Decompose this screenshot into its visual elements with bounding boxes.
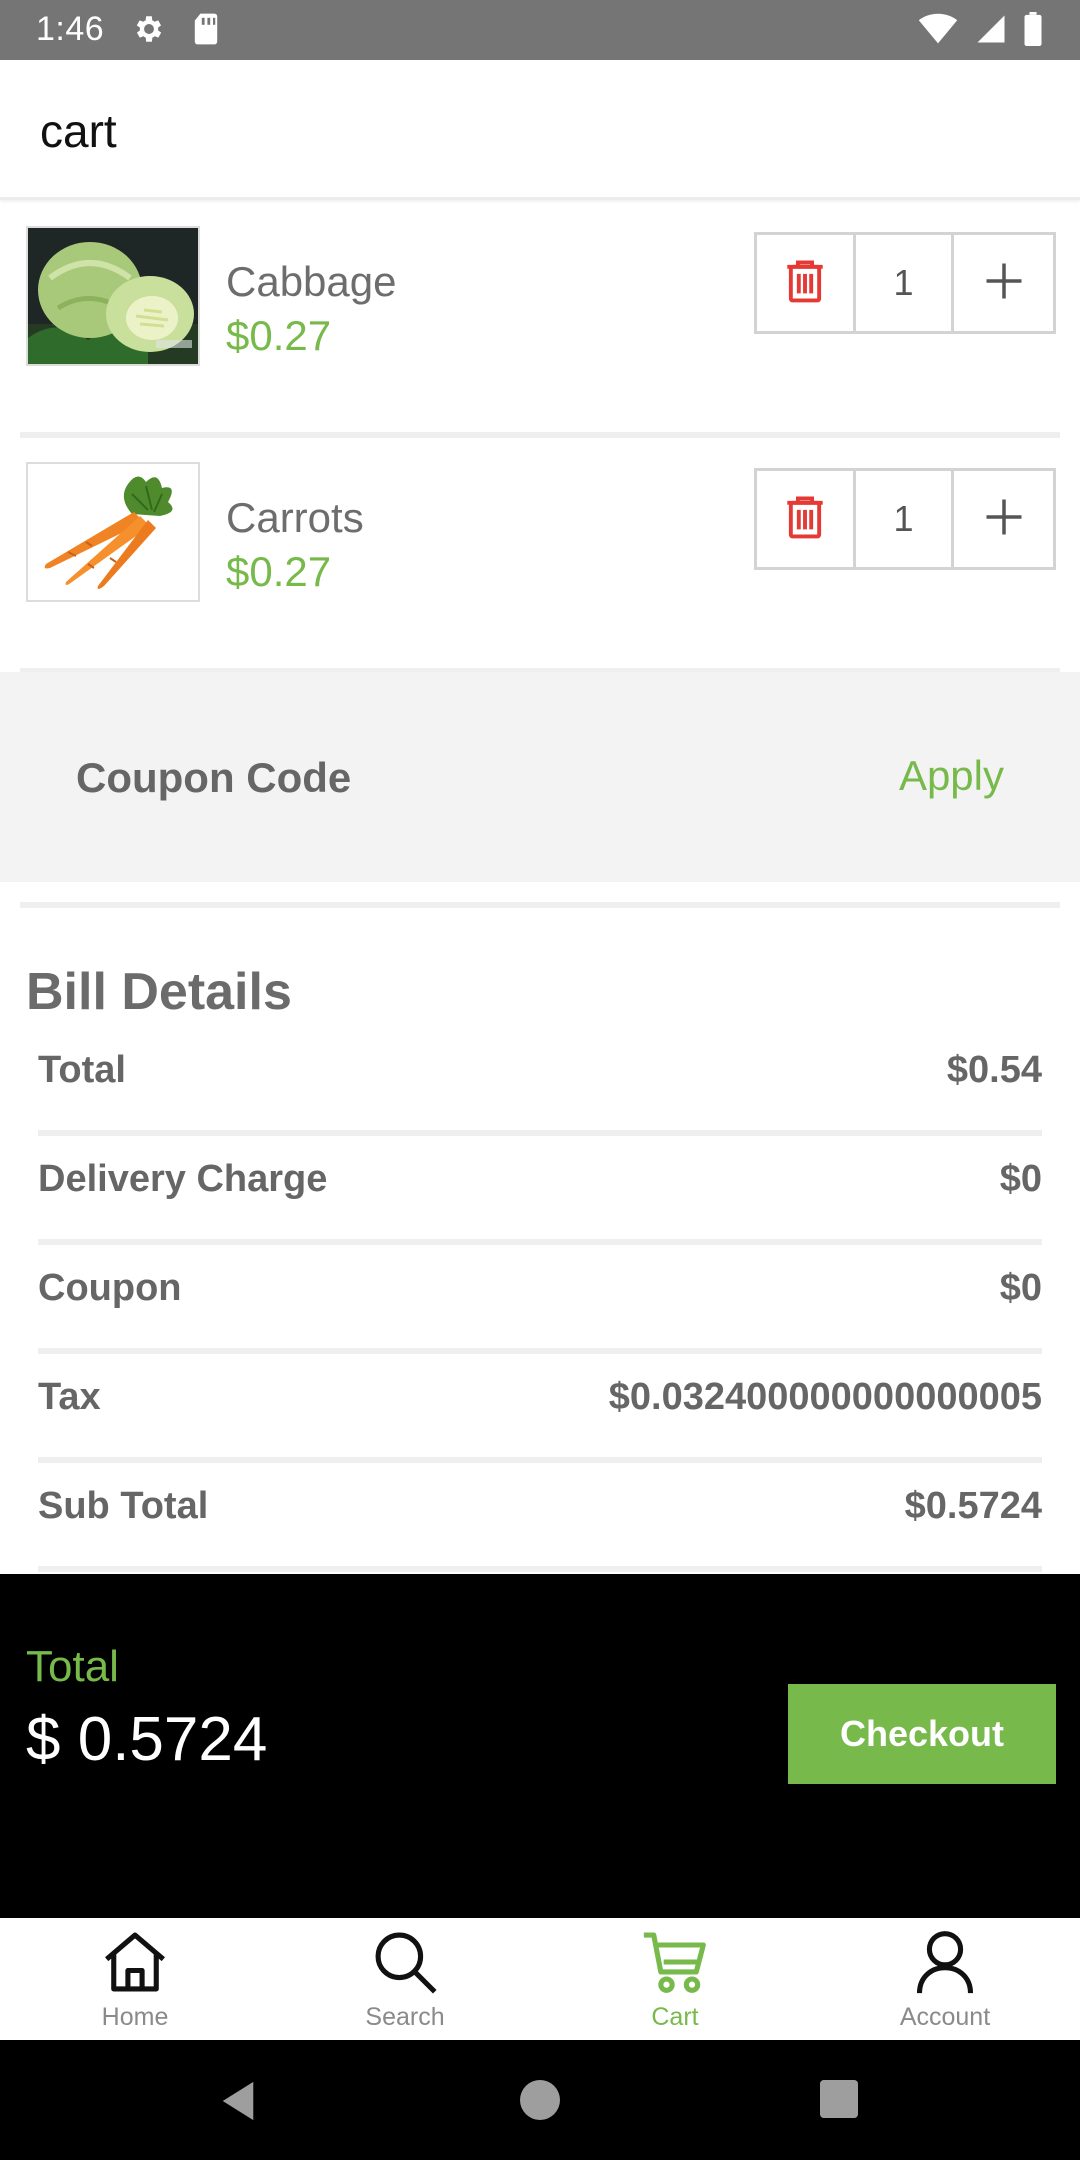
nav-item-cart[interactable]: Cart [540,1918,810,2040]
product-image-carrots[interactable] [26,462,200,602]
signal-icon [976,13,1006,50]
bill-row-coupon: Coupon $0 [38,1245,1042,1354]
app-bar: cart [0,60,1080,200]
bill-value: $0.5724 [904,1485,1042,1527]
back-icon[interactable] [218,2080,258,2127]
trash-icon [783,258,827,309]
quantity-text: 1 [893,262,914,303]
quantity-value: 1 [856,471,955,567]
account-icon [911,1928,979,2001]
bill-value: $0.032400000000000005 [608,1376,1042,1418]
bill-row-sub-total: Sub Total $0.5724 [38,1463,1042,1572]
sd-card-icon [192,12,220,51]
quantity-stepper: 1 [754,232,1056,334]
bill-value: $0 [999,1158,1042,1200]
home-circle-icon[interactable] [520,2080,560,2125]
bill-label: Tax [38,1376,101,1418]
bill-label: Delivery Charge [38,1158,328,1200]
product-image-cabbage[interactable] [26,226,200,366]
increment-button[interactable] [954,471,1053,567]
delete-button[interactable] [757,471,856,567]
quantity-stepper: 1 [754,468,1056,570]
nav-item-account[interactable]: Account [810,1918,1080,2040]
trash-icon [783,494,827,545]
cart-icon [641,1928,709,2001]
bill-value: $0.54 [946,1049,1042,1091]
plus-icon [983,260,1025,307]
increment-button[interactable] [954,235,1053,331]
settings-gear-icon [132,12,166,51]
page-title: cart [40,105,117,157]
cart-item: Carrots $0.27 1 [0,438,1080,674]
item-name: Carrots [226,494,364,541]
search-icon [371,1928,439,2001]
coupon-code-field[interactable]: Coupon Code [76,754,351,802]
wifi-icon [918,13,958,50]
bill-label: Coupon [38,1267,182,1309]
recents-square-icon[interactable] [820,2080,858,2123]
cart-item: Cabbage $0.27 1 [0,202,1080,438]
item-price: $0.27 [226,312,332,359]
home-icon [101,1928,169,2001]
divider [38,1566,1042,1572]
bill-row-total: Total $0.54 [38,1027,1042,1136]
nav-label: Account [899,2003,991,2031]
bill-label: Sub Total [38,1485,209,1527]
nav-item-home[interactable]: Home [0,1918,270,2040]
total-label: Total [26,1642,119,1691]
checkout-button[interactable]: Checkout [788,1684,1056,1784]
quantity-value: 1 [856,235,955,331]
item-name: Cabbage [226,258,397,305]
divider [20,902,1060,908]
bill-row-tax: Tax $0.032400000000000005 [38,1354,1042,1463]
apply-coupon-button[interactable]: Apply [899,752,1004,800]
bottom-nav: Home Search Cart Account [0,1918,1080,2040]
nav-label: Search [365,2003,445,2031]
delete-button[interactable] [757,235,856,331]
coupon-section: Coupon Code Apply [0,672,1080,882]
checkout-bar: Total $ 0.5724 Checkout [0,1574,1080,1918]
system-nav-bar [0,2040,1080,2160]
bill-row-delivery-charge: Delivery Charge $0 [38,1136,1042,1245]
plus-icon [983,496,1025,543]
status-bar: 1:46 [0,0,1080,60]
status-time: 1:46 [36,10,105,48]
item-price: $0.27 [226,548,332,595]
total-amount: $ 0.5724 [26,1705,268,1774]
nav-item-search[interactable]: Search [270,1918,540,2040]
quantity-text: 1 [893,498,914,539]
bill-details-title: Bill Details [26,963,292,1021]
bill-label: Total [38,1049,126,1091]
nav-label: Home [101,2003,169,2031]
nav-label: Cart [651,2003,699,2031]
bill-value: $0 [999,1267,1042,1309]
battery-icon [1024,12,1042,51]
